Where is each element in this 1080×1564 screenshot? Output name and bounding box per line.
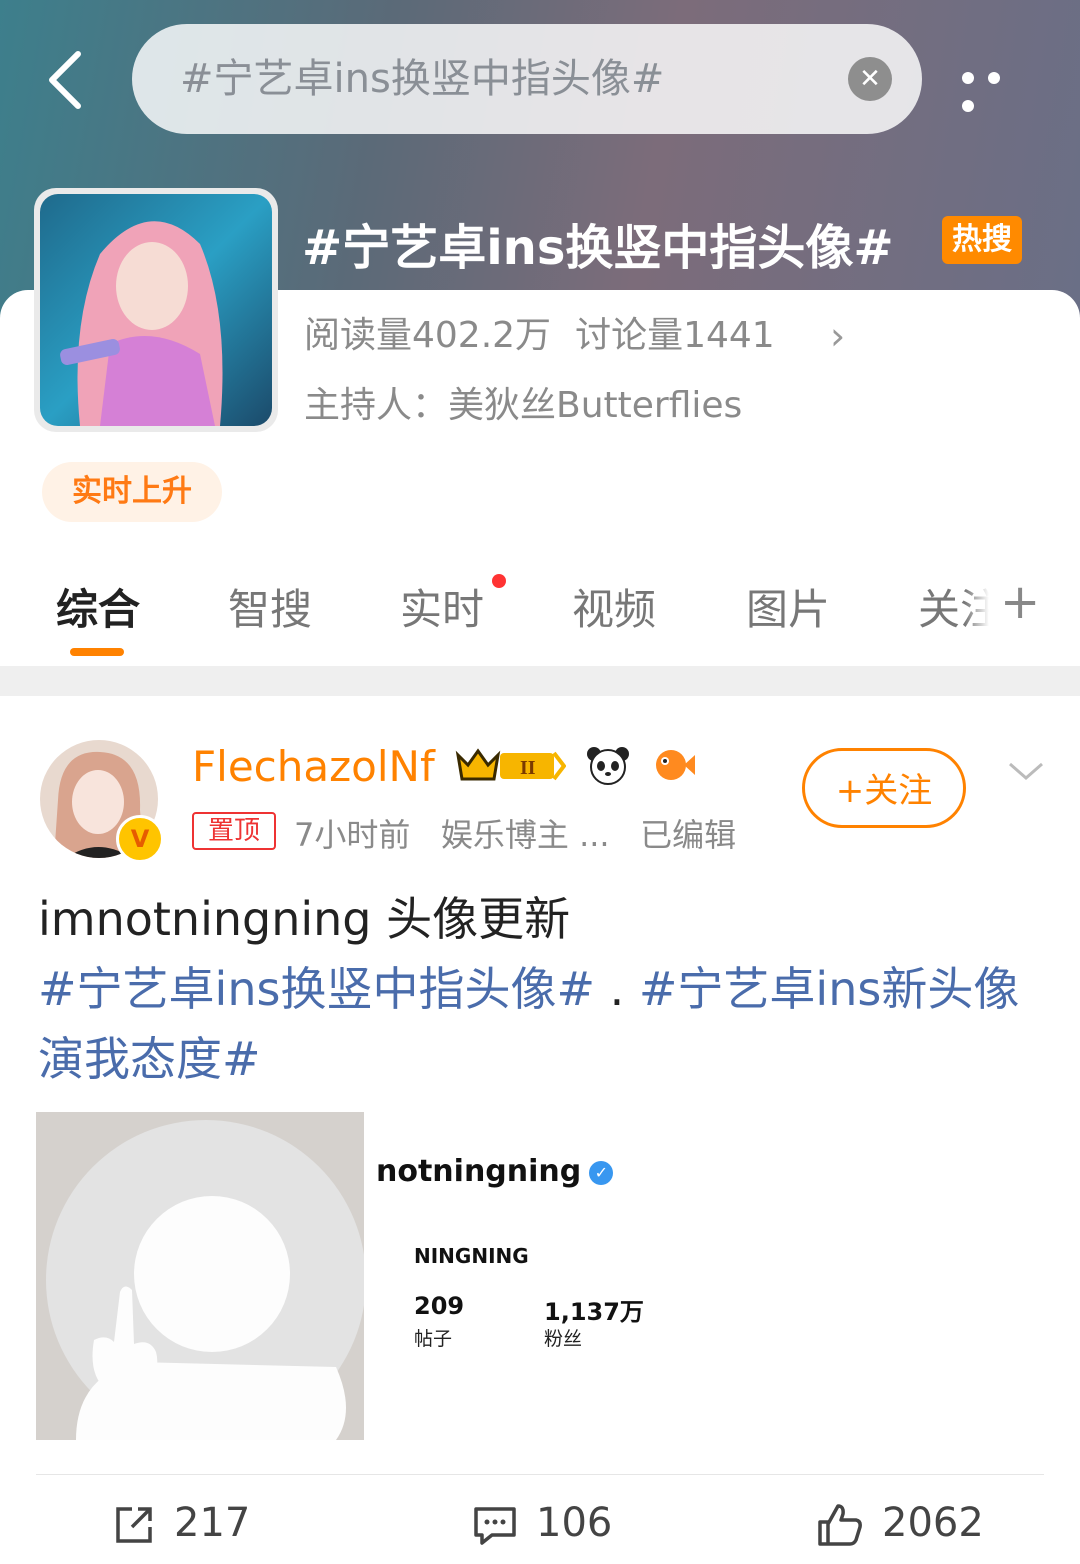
new-indicator-dot — [492, 574, 506, 588]
ig-posts-count: 209 — [414, 1292, 465, 1320]
topic-cover-image — [34, 188, 278, 432]
clear-icon[interactable]: ✕ — [848, 57, 892, 101]
topic-separator: . — [595, 962, 639, 1016]
post-body: imnotningning 头像更新 #宁艺卓ins换竖中指头像# . #宁艺卓… — [38, 884, 1048, 1094]
fish-icon — [655, 750, 695, 780]
panda-icon — [587, 747, 630, 785]
edited-label[interactable]: 已编辑 — [640, 816, 736, 854]
comment-icon — [474, 1507, 516, 1545]
thumbs-up-icon — [818, 1504, 862, 1546]
post-meta: 7小时前 娱乐博主 ... 已编辑 — [294, 810, 736, 856]
like-count: 2062 — [882, 1500, 984, 1546]
section-divider — [0, 666, 1080, 696]
tab-images[interactable]: 图片 — [746, 576, 830, 637]
post-time: 7小时前 — [294, 816, 411, 854]
chevron-right-icon[interactable]: › — [830, 314, 845, 358]
topic-stats[interactable]: 阅读量402.2万 讨论量1441 — [304, 306, 775, 358]
tab-smart-search[interactable]: 智搜 — [228, 576, 312, 637]
repost-button[interactable]: 217 — [112, 1500, 250, 1564]
crown-level-icon: II — [455, 748, 567, 781]
topic-host[interactable]: 主持人：美狄丝Butterflies — [304, 376, 742, 428]
more-options-icon[interactable] — [962, 60, 1034, 112]
rising-tag[interactable]: 实时上升 — [42, 462, 222, 522]
topic-title: #宁艺卓ins换竖中指头像# — [302, 220, 894, 276]
back-button[interactable] — [38, 44, 98, 116]
chevron-left-icon — [49, 51, 81, 109]
tab-realtime[interactable]: 实时 — [400, 576, 484, 637]
like-button[interactable]: 2062 — [816, 1500, 984, 1564]
ig-followers-count: 1,137万 — [544, 1298, 644, 1326]
repost-count: 217 — [174, 1500, 251, 1546]
ig-followers-label: 粉丝 — [544, 1328, 583, 1350]
svg-text:II: II — [520, 757, 536, 779]
tab-comprehensive[interactable]: 综合 — [56, 576, 140, 637]
share-icon — [116, 1507, 152, 1543]
action-divider — [36, 1474, 1044, 1475]
verified-v-icon: V — [116, 815, 164, 863]
post-image[interactable]: notningning ✓ NINGNING 209 帖子 1,137万 粉丝 — [36, 1112, 736, 1440]
post-category: 娱乐博主 ... — [440, 816, 610, 854]
hot-search-badge: 热搜 — [942, 216, 1022, 264]
post-text: imnotningning 头像更新 — [38, 892, 571, 946]
comment-button[interactable]: 106 — [472, 1500, 612, 1564]
tab-video[interactable]: 视频 — [572, 576, 656, 637]
ig-posts-label: 帖子 — [414, 1328, 453, 1350]
active-tab-indicator — [70, 648, 124, 656]
profile-avatar-image — [36, 1112, 366, 1440]
pinned-tag: 置顶 — [192, 812, 276, 850]
ig-display-name: NINGNING — [414, 1244, 529, 1268]
post-author-name[interactable]: FlechazolNf II — [192, 742, 697, 791]
comment-count: 106 — [536, 1500, 613, 1546]
add-tab-icon[interactable]: + — [1000, 574, 1040, 630]
discuss-count: 讨论量1441 — [575, 315, 775, 356]
chevron-down-icon[interactable] — [1006, 752, 1046, 792]
tab-bar: 综合 智搜 实时 视频 图片 关注 — [0, 568, 1080, 664]
read-count: 阅读量402.2万 — [304, 315, 552, 356]
verified-check-icon: ✓ — [589, 1160, 614, 1185]
ig-handle: notningning ✓ — [376, 1154, 614, 1189]
search-input[interactable]: #宁艺卓ins换竖中指头像# — [180, 24, 664, 134]
topic-link[interactable]: #宁艺卓ins换竖中指头像# — [38, 962, 595, 1016]
follow-button[interactable]: +关注 — [802, 748, 966, 828]
search-box[interactable]: #宁艺卓ins换竖中指头像# ✕ — [132, 24, 922, 134]
